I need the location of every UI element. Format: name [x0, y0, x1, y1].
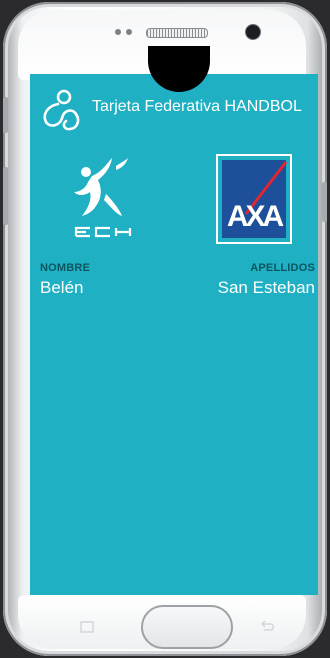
earpiece-speaker: [146, 28, 208, 38]
app-screen: Tarjeta Federativa HANDBOL AXA NOMBRE Be…: [30, 74, 318, 595]
home-button[interactable]: [141, 605, 233, 649]
axa-insurance-logo-icon: AXA: [216, 154, 292, 244]
recent-apps-icon[interactable]: [79, 620, 95, 634]
fch-logo-icon: [74, 158, 132, 238]
apellidos-label: APELLIDOS: [250, 262, 315, 274]
nombre-value: Belén: [40, 278, 84, 297]
sensor-dot: [115, 29, 121, 35]
handball-player-logo-icon: [43, 89, 80, 131]
volume-down-button: [3, 167, 8, 225]
app-title: Tarjeta Federativa HANDBOL: [92, 98, 302, 115]
volume-up-button: [3, 97, 8, 133]
front-camera: [245, 24, 261, 40]
back-icon[interactable]: [258, 620, 276, 634]
apellidos-value: San Esteban: [217, 278, 315, 297]
sensor-dot: [126, 29, 132, 35]
axa-logo-text: AXA: [227, 200, 284, 233]
nombre-label: NOMBRE: [40, 262, 91, 274]
power-button: [322, 182, 327, 222]
